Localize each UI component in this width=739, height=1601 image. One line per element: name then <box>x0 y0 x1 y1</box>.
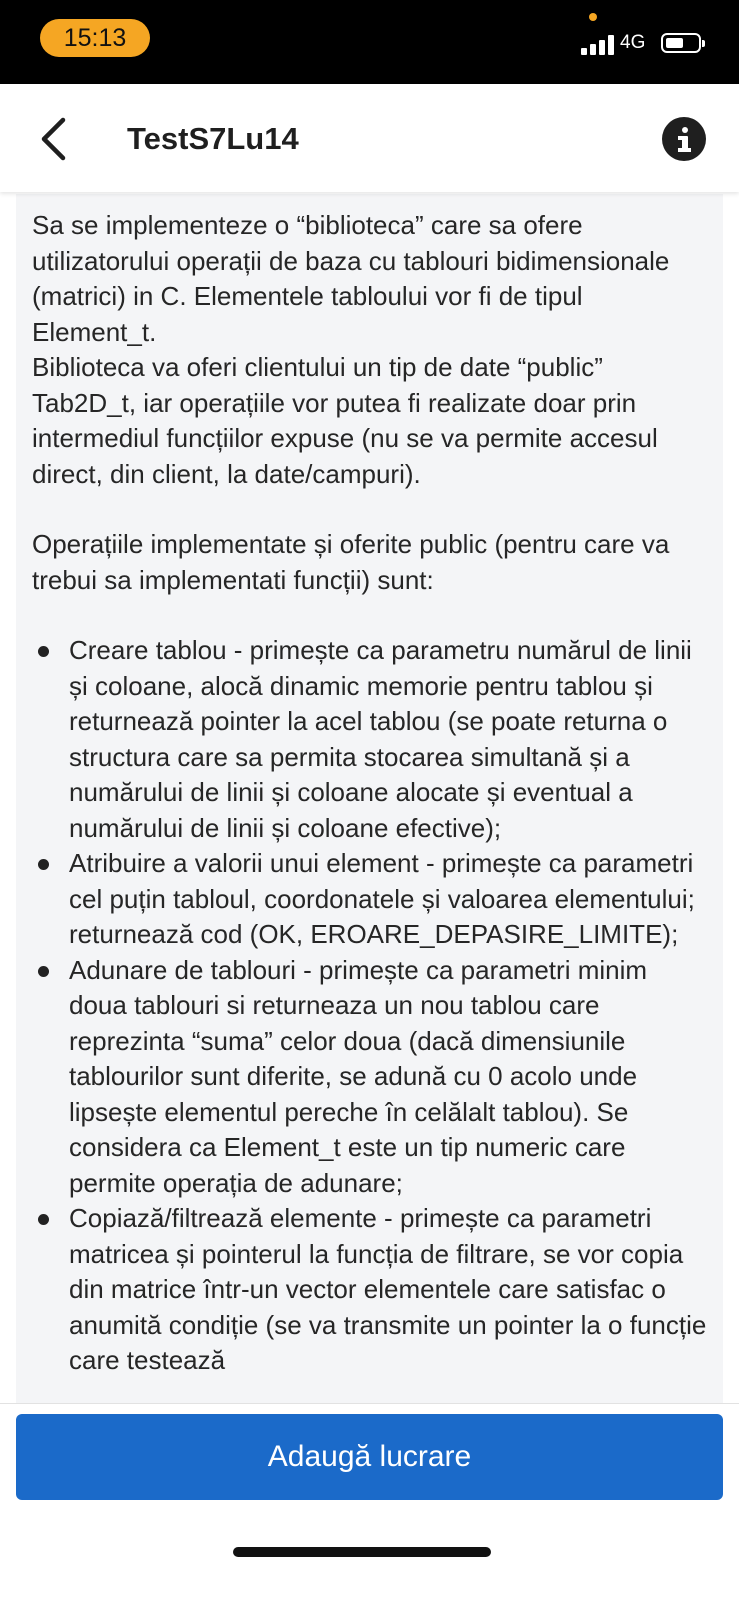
intro-paragraph: Operațiile implementate și oferite publi… <box>32 529 670 595</box>
status-bar: 15:13 4G <box>0 0 739 84</box>
bullet-icon <box>38 859 49 870</box>
bullet-icon <box>38 965 49 977</box>
bullet-icon <box>38 1214 49 1225</box>
page-title: TestS7Lu14 <box>127 121 299 156</box>
assignment-description: Sa se implementeze o “biblioteca” care s… <box>16 194 723 1430</box>
list-item: Copiază/filtrează elemente - primește ca… <box>32 1201 707 1379</box>
add-submission-button[interactable]: Adaugă lucrare <box>16 1414 723 1500</box>
signal-strength-icon <box>581 33 615 55</box>
bullet-icon <box>38 646 49 657</box>
recording-indicator-icon <box>589 13 597 21</box>
home-indicator[interactable] <box>233 1547 491 1557</box>
chevron-left-icon <box>41 117 66 161</box>
info-button[interactable] <box>662 117 706 161</box>
bottom-action-bar: Adaugă lucrare <box>0 1403 739 1601</box>
network-type: 4G <box>620 32 646 53</box>
list-item: Atribuire a valorii unui element - prime… <box>32 846 707 953</box>
operations-list: Creare tablou - primește ca parametru nu… <box>32 633 707 1379</box>
list-item: Adunare de tablouri - primește ca parame… <box>32 953 707 1202</box>
app-header: TestS7Lu14 <box>0 84 739 192</box>
intro-paragraph: Sa se implementeze o “biblioteca” care s… <box>32 210 670 347</box>
status-time: 15:13 <box>40 19 150 57</box>
intro-paragraph: Biblioteca va oferi clientului un tip de… <box>32 352 658 489</box>
battery-icon <box>661 33 705 53</box>
list-item: Creare tablou - primește ca parametru nu… <box>32 633 707 846</box>
back-button[interactable] <box>36 114 76 164</box>
